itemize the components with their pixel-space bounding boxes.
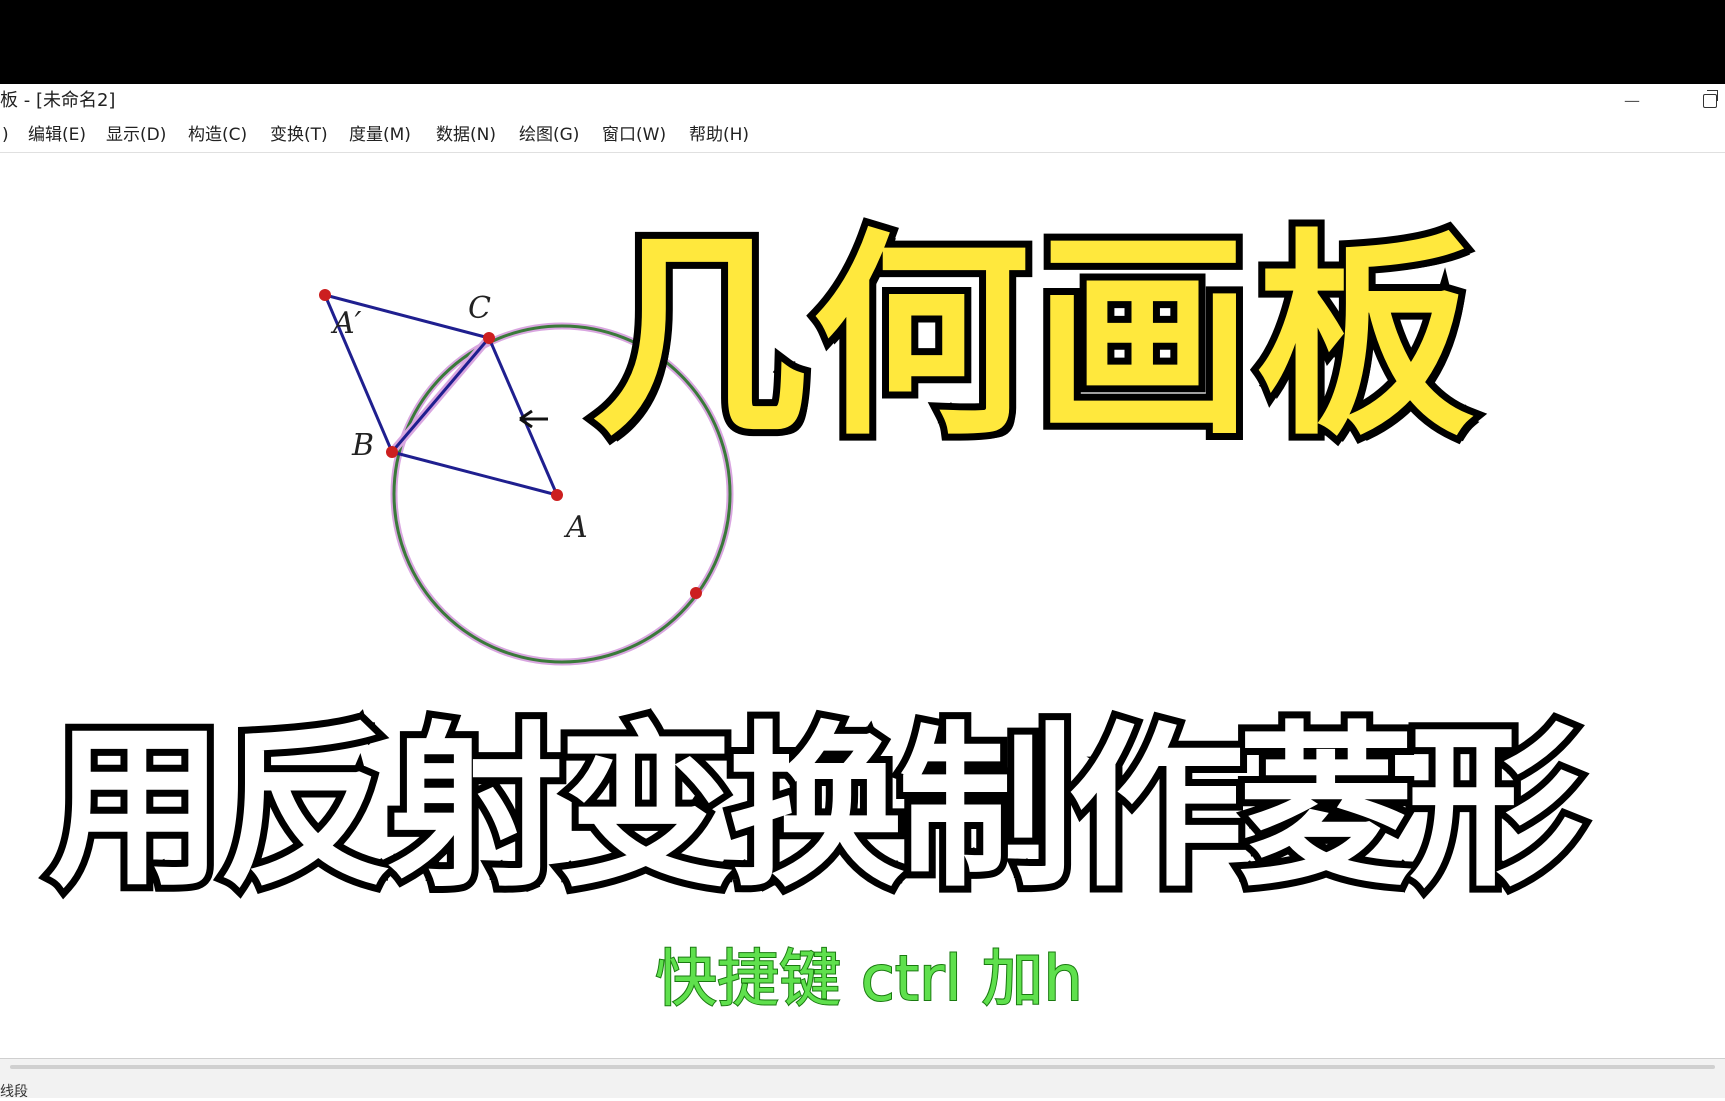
cursor-arrow-icon (519, 409, 548, 429)
segment-ba[interactable] (391, 450, 558, 497)
window-title: 板 - [未命名2] (0, 90, 116, 111)
menu-bar: ) 编辑(E) 显示(D) 构造(C) 变换(T) 度量(M) 数据(N) 绘图… (0, 118, 1725, 153)
menu-measure[interactable]: 度量(M) (349, 118, 411, 152)
status-text: 线段 (0, 1084, 28, 1100)
menu-display[interactable]: 显示(D) (106, 118, 166, 152)
point-a[interactable] (551, 489, 563, 501)
overlay-title: 几何画板 (583, 205, 1481, 472)
menu-window[interactable]: 窗口(W) (602, 118, 666, 152)
point-b[interactable] (386, 446, 398, 458)
point-a-prime[interactable] (319, 289, 331, 301)
menu-construct[interactable]: 构造(C) (188, 118, 247, 152)
minimize-button[interactable]: — (1617, 84, 1647, 118)
restore-button[interactable] (1703, 90, 1718, 108)
status-bar: 线段 (0, 1058, 1725, 1100)
overlay-hint: 快捷键 ctrl 加h (654, 941, 1084, 1016)
menu-graph[interactable]: 绘图(G) (519, 118, 579, 152)
horizontal-scrollbar[interactable] (10, 1065, 1715, 1069)
menu-help[interactable]: 帮助(H) (689, 118, 749, 152)
label-a-prime: A′ (330, 306, 362, 341)
window-titlebar: 板 - [未命名2] — (0, 84, 1725, 118)
video-letterbox-top (0, 0, 1725, 84)
label-b: B (351, 428, 374, 463)
segment-bc[interactable] (390, 337, 491, 453)
menu-data[interactable]: 数据(N) (436, 118, 496, 152)
label-c: C (468, 291, 491, 326)
menu-transform[interactable]: 变换(T) (270, 118, 328, 152)
overlay-subtitle: 用反射变换制作菱形 (41, 699, 1591, 918)
menu-edit[interactable]: 编辑(E) (28, 118, 86, 152)
point-c[interactable] (483, 332, 495, 344)
point-on-circle[interactable] (690, 587, 702, 599)
menu-file[interactable]: ) (2, 118, 9, 152)
label-a: A (563, 510, 588, 545)
